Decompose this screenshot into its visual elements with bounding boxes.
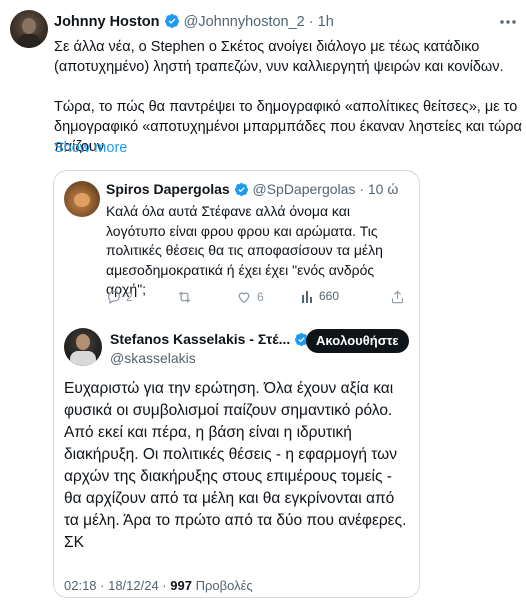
quoted-footer: 02:18 · 18/12/24 · 997 Προβολές [64,578,253,593]
quoted-author-avatar[interactable] [64,328,102,366]
tweet-header: Johnny Hoston @Johnnyhoston_2 · 1h [54,13,334,30]
follow-button[interactable]: Ακολουθήστε [306,329,409,353]
quoted-header: Stefanos Kasselakis - Στέ... [110,331,309,347]
quoted-author-handle[interactable]: @skasselakis [110,350,196,366]
quoted-text: Ευχαριστώ για την ερώτηση. Όλα έχουν αξί… [64,378,414,554]
quoted-text-line: διακήρυξη. Οι πολιτικές θέσεις - η εφαρμ… [64,446,398,463]
reply-header: Spiros Dapergolas @SpDapergolas · 10 ώ [106,181,398,197]
reply-time[interactable]: 10 ώ [368,181,398,197]
tweet-text-line: Τώρα, το πώς θα παντρέψει το δημογραφικό… [54,99,518,115]
reply-text-line: αμεσοδημοκρατικά ή έχει έχει "ενός ανδρό… [106,261,375,278]
heart-icon [238,292,250,304]
show-more-link[interactable]: Show more [54,140,127,156]
bar-chart-icon [302,291,312,303]
quoted-timestamp[interactable]: 02:18 · 18/12/24 · [64,578,167,593]
reply-text-line: πολιτικές θέσεις θα τις αποφασίσουν τα μ… [106,242,383,258]
reply-author-name[interactable]: Spiros Dapergolas [106,181,230,197]
retweet-action[interactable] [176,289,193,305]
quoted-text-line: τα μέλη. Άρα το πρώτο από τα δύο που ανέ… [64,512,407,529]
author-handle[interactable]: @Johnnyhoston_2 [184,14,305,30]
quoted-author-name[interactable]: Stefanos Kasselakis - Στέ... [110,331,290,347]
verified-icon [234,182,248,197]
like-action[interactable]: 6 [236,289,264,305]
author-avatar[interactable] [10,10,48,48]
reply-count: 2 [126,290,133,304]
quoted-text-line: Ευχαριστώ για την ερώτηση. Όλα έχουν αξί… [64,380,394,397]
share-icon [391,290,404,304]
more-options-icon[interactable] [498,12,518,32]
share-action[interactable] [390,289,405,305]
reply-author-handle[interactable]: @SpDapergolas [252,181,355,197]
like-count: 6 [257,290,264,304]
quoted-view-count: 997 [170,578,192,593]
quoted-text-line: αρχών της διακήρυξης στους επιμέρους τομ… [64,468,392,485]
separator-dot: · [308,14,314,30]
reply-action[interactable]: 2 [106,289,133,305]
reply-text-line: λογότυπο είναι φρου φρου και αρώματα. Τι… [106,222,378,239]
verified-icon [164,14,179,28]
views-action[interactable]: 660 [301,289,339,303]
quote-card[interactable]: Spiros Dapergolas @SpDapergolas · 10 ώ Κ… [53,170,420,598]
quoted-text-line: Από εκεί και πέρα, η βάση είναι η ιδρυτι… [64,424,352,441]
quoted-text-line: θα αρχίζουν από τα μέλη και θα εγκρίνοντ… [64,490,395,507]
tweet-text-line: (αποτυχημένο) ληστή τραπεζών, νυν καλλιε… [54,59,504,75]
quoted-text-line: φυσικά οι συμβολισμοί παίζουν σημαντικό … [64,402,393,419]
retweet-icon [178,291,191,303]
tweet-text-line: Σε άλλα νέα, ο Stephen ο Σκέτος ανοίγει … [54,39,480,55]
tweet-text: Σε άλλα νέα, ο Stephen ο Σκέτος ανοίγει … [54,37,526,157]
separator-dot: · [359,181,364,197]
quoted-text-line: ΣΚ [64,534,84,551]
reply-text-line: Καλά όλα αυτά Στέφανε αλλά όνομα και [106,203,350,219]
author-name[interactable]: Johnny Hoston [54,14,160,30]
quoted-view-label: Προβολές [195,578,253,593]
reply-icon [108,291,120,305]
tweet-text-line: δημογραφικό «αποτυχημένοι μπαρμπάδες που… [54,119,526,135]
tweet-time[interactable]: 1h [318,14,334,30]
view-count: 660 [319,289,340,303]
reply-text: Καλά όλα αυτά Στέφανε αλλά όνομα και λογ… [82,202,412,300]
